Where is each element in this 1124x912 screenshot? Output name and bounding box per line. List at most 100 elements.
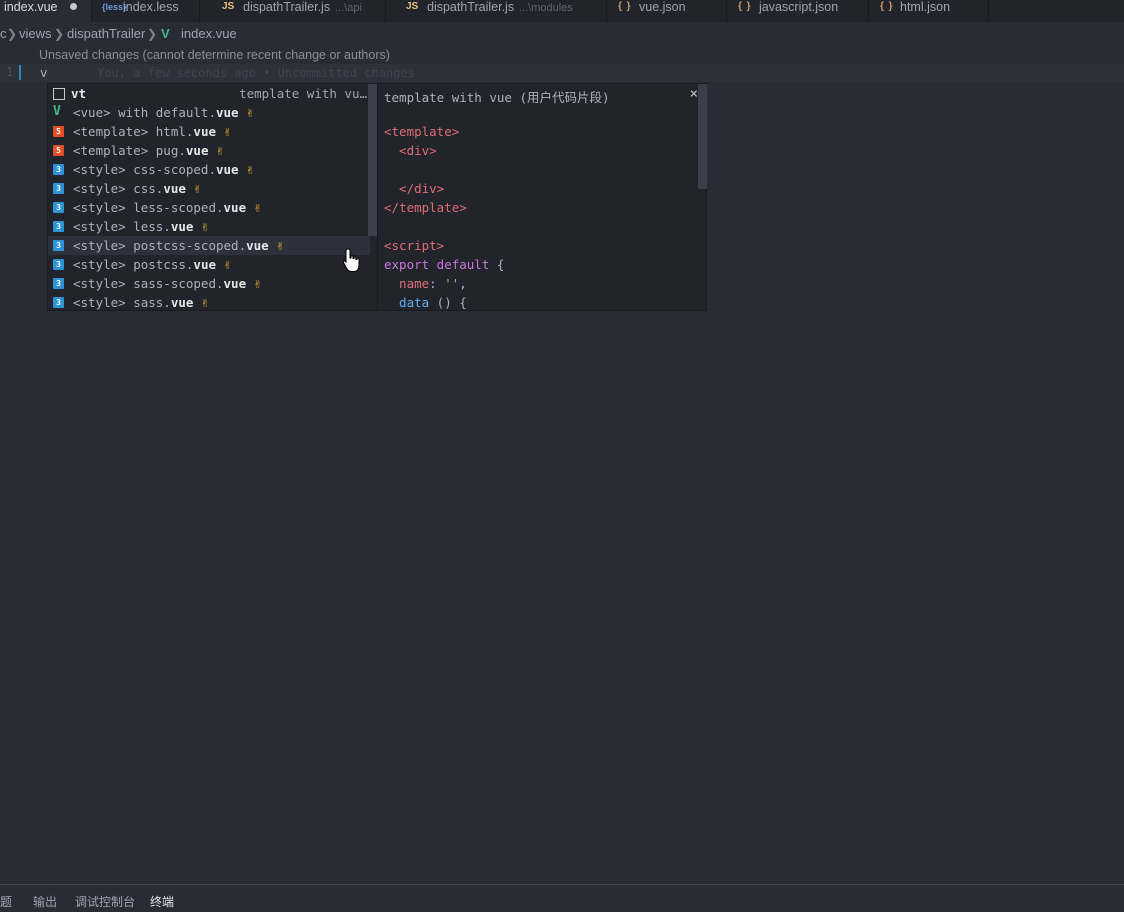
tab-vue-json[interactable]: { } vue.json bbox=[607, 0, 727, 22]
suggest-item-match: vue bbox=[223, 276, 247, 291]
tab-index-vue[interactable]: index.vue bbox=[0, 0, 92, 22]
hand-pointer-icon bbox=[342, 248, 360, 272]
suggest-item-label: <style> sass. bbox=[73, 295, 171, 310]
code-line[interactable]: v bbox=[40, 65, 48, 80]
tab-description: ...\api bbox=[335, 2, 362, 14]
panel-border bbox=[0, 884, 1124, 885]
tab-index-less[interactable]: {less} index.less bbox=[92, 0, 200, 22]
tab-dispathtrailer-modules[interactable]: JS dispathTrailer.js ...\modules bbox=[386, 0, 607, 22]
tab-label: vue.json bbox=[639, 0, 686, 14]
tab-output[interactable]: 输出 bbox=[33, 893, 57, 910]
css3-icon: 3 bbox=[53, 240, 64, 251]
suggest-item-label: <style> css. bbox=[73, 181, 164, 196]
code-line: <script> bbox=[384, 238, 445, 253]
tab-label: dispathTrailer.js bbox=[243, 0, 331, 14]
tab-label: dispathTrailer.js bbox=[427, 0, 515, 14]
tab-javascript-json[interactable]: { } javascript.json bbox=[727, 0, 869, 22]
js-icon: JS bbox=[406, 1, 419, 12]
git-blame-annotation: You, a few seconds ago • Uncommitted cha… bbox=[97, 66, 415, 80]
suggest-item[interactable]: 3 <style> sass-scoped.vue ✌ bbox=[48, 274, 370, 293]
suggest-item[interactable]: 5 <template> pug.vue ✌ bbox=[48, 141, 370, 160]
suggest-item-match: vue bbox=[193, 257, 216, 272]
css3-icon: 3 bbox=[53, 221, 64, 232]
suggest-item-label: <style> sass-scoped. bbox=[73, 276, 224, 291]
suggest-item[interactable]: vt template with vu… bbox=[48, 84, 370, 103]
close-icon[interactable]: × bbox=[690, 85, 698, 104]
suggest-scrollbar[interactable] bbox=[368, 84, 377, 236]
css3-icon: 3 bbox=[53, 164, 64, 175]
breadcrumb-item[interactable]: dispathTrailer bbox=[67, 25, 145, 43]
unsaved-dot-icon[interactable] bbox=[70, 3, 77, 10]
suggest-item[interactable]: 3 <style> css.vue ✌ bbox=[48, 179, 370, 198]
breadcrumb-item[interactable]: c bbox=[0, 25, 7, 43]
victory-hand-icon: ✌ bbox=[216, 143, 224, 158]
suggest-item-label: <style> postcss. bbox=[73, 257, 194, 272]
suggest-item-label: <vue> with default. bbox=[73, 105, 216, 120]
suggest-item-match: vt bbox=[71, 86, 87, 101]
tab-terminal[interactable]: 终端 bbox=[150, 893, 174, 910]
victory-hand-icon: ✌ bbox=[253, 200, 262, 215]
code-line: </template> bbox=[384, 200, 467, 215]
code-line: name: '', bbox=[384, 276, 467, 291]
breadcrumb-item[interactable]: views bbox=[19, 25, 52, 43]
victory-hand-icon: ✌ bbox=[200, 219, 209, 234]
codelens-unsaved-changes[interactable]: Unsaved changes (cannot determine recent… bbox=[39, 48, 390, 62]
suggest-item[interactable]: 3 <style> postcss.vue ✌ bbox=[48, 255, 370, 274]
suggest-item-match: vue bbox=[193, 124, 216, 139]
css3-icon: 3 bbox=[53, 297, 64, 308]
editor-tab-bar: index.vue {less} index.less JS dispathTr… bbox=[0, 0, 1124, 22]
code-line: export default { bbox=[384, 257, 505, 272]
suggest-item[interactable]: V <vue> with default.vue ✌ bbox=[48, 103, 370, 122]
css3-icon: 3 bbox=[53, 278, 64, 289]
line-number: 1 bbox=[6, 65, 14, 79]
tab-problems[interactable]: 问题 bbox=[0, 893, 12, 910]
victory-hand-icon: ✌ bbox=[246, 105, 254, 120]
victory-hand-icon: ✌ bbox=[223, 257, 232, 272]
json-icon: { } bbox=[880, 1, 894, 12]
tab-label: index.less bbox=[123, 0, 179, 14]
tab-html-json[interactable]: { } html.json bbox=[869, 0, 989, 22]
css3-icon: 3 bbox=[53, 259, 64, 270]
tab-label: html.json bbox=[900, 0, 951, 14]
details-header: template with vue (用户代码片段) bbox=[384, 90, 610, 105]
suggest-widget: vt template with vu… V <vue> with defaul… bbox=[47, 83, 707, 311]
suggest-item-match: vue bbox=[223, 200, 247, 215]
suggest-item-match: vue bbox=[185, 143, 209, 158]
tab-debug-console[interactable]: 调试控制台 bbox=[75, 893, 135, 910]
details-scrollbar[interactable] bbox=[698, 84, 707, 189]
suggest-item-detail: template with vu… bbox=[239, 86, 367, 101]
suggest-item[interactable]: 5 <template> html.vue ✌ bbox=[48, 122, 370, 141]
vue-icon: V bbox=[53, 104, 61, 119]
victory-hand-icon: ✌ bbox=[246, 162, 254, 177]
css3-icon: 3 bbox=[53, 183, 64, 194]
victory-hand-icon: ✌ bbox=[253, 276, 262, 291]
html5-icon: 5 bbox=[53, 145, 64, 156]
suggest-item[interactable]: 3 <style> css-scoped.vue ✌ bbox=[48, 160, 370, 179]
chevron-right-icon: ❯ bbox=[54, 27, 65, 41]
json-icon: { } bbox=[738, 1, 752, 12]
tab-description: ...\modules bbox=[519, 2, 573, 14]
suggest-list: vt template with vu… V <vue> with defaul… bbox=[48, 84, 377, 310]
suggest-item-match: vue bbox=[216, 105, 239, 120]
gutter-change-indicator bbox=[19, 65, 21, 80]
suggest-item-match: vue bbox=[170, 219, 194, 234]
code-line: <template> bbox=[384, 124, 460, 139]
suggest-item-label: <style> less. bbox=[73, 219, 171, 234]
suggest-item[interactable]: 3 <style> postcss-scoped.vue ✌ bbox=[48, 236, 370, 255]
suggest-item-match: vue bbox=[170, 295, 194, 310]
victory-hand-icon: ✌ bbox=[193, 181, 201, 196]
suggest-item[interactable]: 3 <style> sass.vue ✌ bbox=[48, 293, 370, 310]
html5-icon: 5 bbox=[53, 126, 64, 137]
breadcrumb-item[interactable]: index.vue bbox=[181, 25, 237, 43]
code-line: </div> bbox=[384, 181, 445, 196]
js-icon: JS bbox=[222, 1, 235, 12]
code-line: <div> bbox=[384, 143, 437, 158]
suggest-item[interactable]: 3 <style> less.vue ✌ bbox=[48, 217, 370, 236]
chevron-right-icon: ❯ bbox=[147, 27, 158, 41]
tab-dispathtrailer-api[interactable]: JS dispathTrailer.js ...\api bbox=[200, 0, 386, 22]
suggest-item-label: <style> css-scoped. bbox=[73, 162, 216, 177]
vue-icon: V bbox=[161, 26, 170, 41]
suggest-item[interactable]: 3 <style> less-scoped.vue ✌ bbox=[48, 198, 370, 217]
suggest-item-match: vue bbox=[246, 238, 269, 253]
victory-hand-icon: ✌ bbox=[223, 124, 232, 139]
